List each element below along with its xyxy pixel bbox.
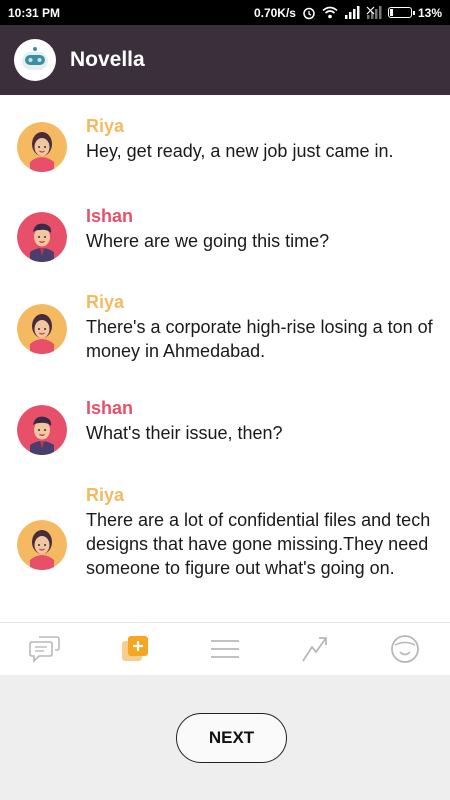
sender-name: Riya [86,485,125,505]
message-text: Where are we going this time? [86,231,330,251]
chat-message: Riya There's a corporate high-rise losin… [0,287,450,387]
chat-message: Riya Hey, get ready, a new job just came… [0,109,450,185]
footer: NEXT [0,675,450,800]
riya-avatar [17,304,67,354]
bottom-tab-bar [0,622,450,674]
message-body: Ishan Where are we going this time? [86,205,436,253]
smiley-face-icon[interactable] [380,627,430,671]
status-bar: 10:31 PM 0.70K/s 13% [0,0,450,25]
chat-list[interactable]: Riya Hey, get ready, a new job just came… [0,95,450,621]
status-indicators: 0.70K/s 13% [254,6,442,20]
signal-icon [344,6,360,19]
chat-message: Riya There are a lot of confidential fil… [0,483,450,613]
trending-icon[interactable] [290,627,340,671]
status-time: 10:31 PM [8,5,61,20]
sender-name: Riya [86,116,125,136]
ishan-avatar [17,212,67,262]
message-text: There's a corporate high-rise losing a t… [86,317,433,361]
ishan-avatar [17,405,67,455]
app-bar: Novella [0,25,450,95]
message-body: Riya There are a lot of confidential fil… [86,484,436,580]
network-speed: 0.70K/s [253,5,296,20]
message-text: What's their issue, then? [86,423,283,443]
wifi-icon [322,6,338,19]
chat-message: Ishan What's their issue, then? [0,397,450,473]
message-text: There are a lot of confidential files an… [86,510,431,578]
app-title: Novella [70,48,145,71]
message-body: Riya Hey, get ready, a new job just came… [86,115,436,163]
sender-name: Ishan [86,398,134,418]
chat-message: Ishan Where are we going this time? [0,199,450,275]
alarm-icon [302,6,316,20]
message-body: Riya There's a corporate high-rise losin… [86,291,436,363]
menu-lines-icon[interactable] [200,627,250,671]
signal-off-icon [366,6,382,19]
riya-avatar [17,122,67,172]
battery-percent: 13% [417,5,442,20]
riya-avatar [17,520,67,570]
battery-icon [387,7,415,18]
robot-face-icon [14,39,56,81]
message-text: Hey, get ready, a new job just came in. [86,141,394,161]
chat-bubbles-icon[interactable] [20,627,70,671]
sender-name: Ishan [86,206,134,226]
next-button[interactable]: NEXT [176,713,287,763]
sender-name: Riya [86,292,125,312]
message-body: Ishan What's their issue, then? [86,397,436,445]
add-story-icon[interactable] [110,627,160,671]
